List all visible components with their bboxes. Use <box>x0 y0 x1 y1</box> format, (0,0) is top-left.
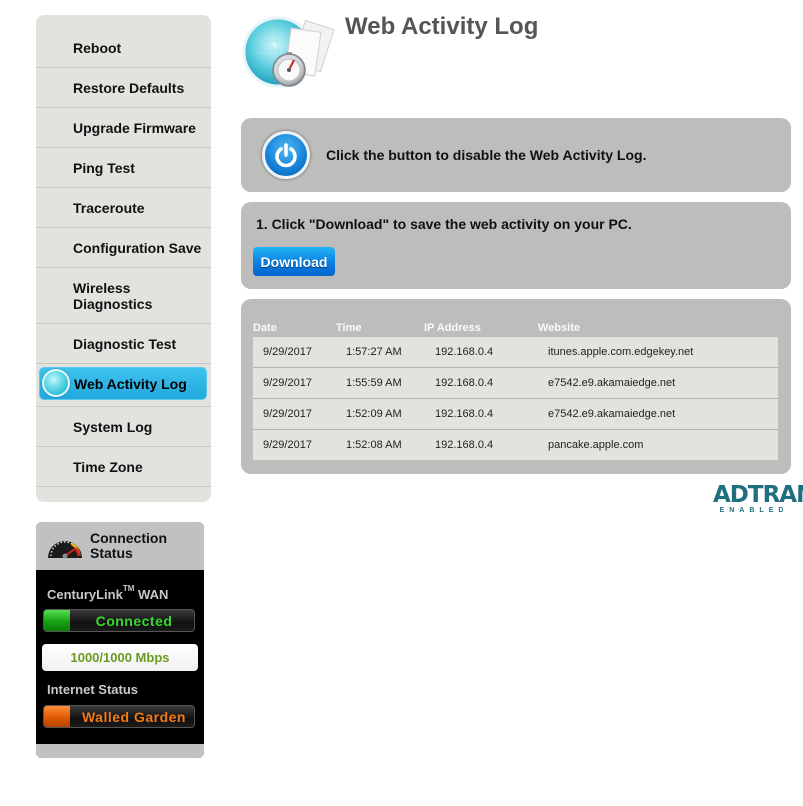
cell-ip-address: 192.168.0.4 <box>435 346 494 358</box>
sidebar-item-label: System Log <box>73 418 153 435</box>
web-activity-table: Date Time IP Address Website 9/29/2017 1… <box>241 299 791 474</box>
column-header-ip-address: IP Address <box>424 322 481 334</box>
cell-time: 1:57:27 AM <box>346 346 402 358</box>
column-header-time: Time <box>336 322 362 334</box>
active-indicator-icon <box>42 369 70 397</box>
sidebar-item-label: Ping Test <box>73 159 135 176</box>
toggle-instruction: Click the button to disable the Web Acti… <box>326 147 647 163</box>
sidebar-item-time-zone[interactable]: Time Zone <box>36 447 211 487</box>
internet-status-indicator: Walled Garden <box>43 705 195 728</box>
connection-status-footer <box>36 744 204 758</box>
sidebar-nav: Reboot Restore Defaults Upgrade Firmware… <box>36 15 211 502</box>
sidebar-item-reboot[interactable]: Reboot <box>36 28 211 68</box>
internet-status-label: Internet Status <box>47 682 139 697</box>
sidebar-item-label: Diagnostic Test <box>73 335 177 352</box>
page-title: Web Activity Log <box>345 13 539 40</box>
cell-date: 9/29/2017 <box>263 377 312 389</box>
download-button[interactable]: Download <box>253 247 335 276</box>
connection-status-title-line1: Connection <box>90 530 167 546</box>
table-row: 9/29/2017 1:52:09 AM 192.168.0.4 e7542.e… <box>253 399 778 430</box>
sidebar-item-web-activity-log[interactable]: Web Activity Log <box>39 367 207 400</box>
column-header-website: Website <box>538 322 580 334</box>
sidebar-item-label: Restore Defaults <box>73 79 185 96</box>
orange-led-icon <box>44 706 70 727</box>
connection-status-widget: Connection Status CenturyLinkTM WAN Conn… <box>36 522 204 758</box>
sidebar-item-label: Time Zone <box>73 458 143 475</box>
sidebar-item-label: Wireless Diagnostics <box>73 279 153 312</box>
sidebar-item-ping-test[interactable]: Ping Test <box>36 148 211 188</box>
adtran-logo: ADTRAN ENABLED <box>713 482 803 515</box>
connection-status-title: Connection Status <box>90 531 167 561</box>
connection-status-title-line2: Status <box>90 545 133 561</box>
cell-website: pancake.apple.com <box>548 439 644 451</box>
sidebar-item-restore-defaults[interactable]: Restore Defaults <box>36 68 211 108</box>
logo-tagline: ENABLED <box>719 507 789 514</box>
sidebar-item-label: Configuration Save <box>73 239 202 256</box>
speedometer-icon <box>48 541 82 559</box>
sidebar-item-web-activity-log-row: Web Activity Log <box>36 367 211 407</box>
wan-label: CenturyLinkTM WAN <box>47 584 168 602</box>
table-row: 9/29/2017 1:57:27 AM 192.168.0.4 itunes.… <box>253 337 778 368</box>
download-instruction: 1. Click "Download" to save the web acti… <box>256 216 632 232</box>
sidebar-item-label: Upgrade Firmware <box>73 119 196 136</box>
cell-date: 9/29/2017 <box>263 408 312 420</box>
power-icon <box>275 143 297 168</box>
sidebar-item-traceroute[interactable]: Traceroute <box>36 188 211 228</box>
sidebar-item-label: Reboot <box>73 39 122 56</box>
trademark: TM <box>122 584 135 593</box>
wan-status-text: Connected <box>95 612 173 629</box>
sidebar-item-upgrade-firmware[interactable]: Upgrade Firmware <box>36 108 211 148</box>
wan-status-indicator: Connected <box>43 609 195 632</box>
cell-ip-address: 192.168.0.4 <box>435 377 494 389</box>
cell-time: 1:52:09 AM <box>346 408 402 420</box>
download-panel: 1. Click "Download" to save the web acti… <box>241 202 791 289</box>
cell-website: e7542.e9.akamaiedge.net <box>548 377 676 389</box>
toggle-panel: Click the button to disable the Web Acti… <box>241 118 791 192</box>
link-speed: 1000/1000 Mbps <box>42 644 198 671</box>
table-header: Date Time IP Address Website <box>241 322 791 336</box>
wan-provider: CenturyLink <box>47 587 123 602</box>
power-toggle-button[interactable] <box>262 131 310 179</box>
cell-time: 1:52:08 AM <box>346 439 402 451</box>
table-row: 9/29/2017 1:52:08 AM 192.168.0.4 pancake… <box>253 430 778 460</box>
cell-ip-address: 192.168.0.4 <box>435 408 494 420</box>
cell-ip-address: 192.168.0.4 <box>435 439 494 451</box>
web-activity-stopwatch-icon <box>242 12 346 92</box>
cell-date: 9/29/2017 <box>263 439 312 451</box>
sidebar-item-configuration-save[interactable]: Configuration Save <box>36 228 211 268</box>
sidebar-item-system-log[interactable]: System Log <box>36 407 211 447</box>
wan-suffix: WAN <box>138 587 169 602</box>
cell-time: 1:55:59 AM <box>346 377 402 389</box>
table-body: 9/29/2017 1:57:27 AM 192.168.0.4 itunes.… <box>253 337 778 460</box>
sidebar-item-label: Traceroute <box>73 199 145 216</box>
cell-date: 9/29/2017 <box>263 346 312 358</box>
green-led-icon <box>44 610 70 631</box>
logo-wordmark: ADTRAN <box>713 482 803 508</box>
cell-website: e7542.e9.akamaiedge.net <box>548 408 676 420</box>
cell-website: itunes.apple.com.edgekey.net <box>548 346 694 358</box>
sidebar-item-wireless-diagnostics[interactable]: Wireless Diagnostics <box>36 268 211 324</box>
sidebar-item-diagnostic-test[interactable]: Diagnostic Test <box>36 324 211 364</box>
table-row: 9/29/2017 1:55:59 AM 192.168.0.4 e7542.e… <box>253 368 778 399</box>
connection-status-header: Connection Status <box>36 522 204 570</box>
sidebar-item-label: Web Activity Log <box>74 375 187 392</box>
internet-status-text: Walled Garden <box>81 708 186 725</box>
column-header-date: Date <box>253 322 277 334</box>
